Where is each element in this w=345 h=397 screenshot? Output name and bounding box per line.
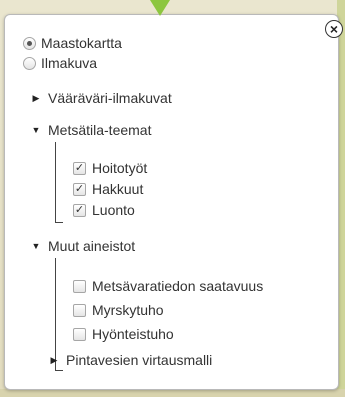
- group-vaaravari-ilmakuvat[interactable]: ▶ Vääräväri-ilmakuvat: [30, 90, 172, 106]
- checkbox-label: Hoitotyöt: [92, 160, 148, 176]
- radio-maastokartta[interactable]: Maastokartta: [23, 35, 122, 51]
- checkbox-myrskytuho[interactable]: Myrskytuho: [73, 302, 164, 318]
- group-label: Vääräväri-ilmakuvat: [48, 90, 172, 106]
- chevron-right-icon[interactable]: ▶: [30, 93, 42, 104]
- checkbox-unchecked-icon[interactable]: [73, 327, 86, 341]
- checkbox-metsavaratiedon-saatavuus[interactable]: Metsävaratiedon saatavuus: [73, 278, 263, 294]
- group-label: Pintavesien virtausmalli: [66, 352, 213, 368]
- chevron-right-icon[interactable]: ▶: [48, 355, 60, 366]
- checkbox-label: Hyönteistuho: [92, 326, 174, 342]
- chevron-down-icon[interactable]: ▼: [30, 241, 42, 251]
- checkbox-luonto[interactable]: ✓ Luonto: [73, 202, 135, 218]
- checkbox-label: Hakkuut: [92, 181, 144, 197]
- group-muut-aineistot[interactable]: ▼ Muut aineistot: [30, 238, 136, 254]
- chevron-down-icon[interactable]: ▼: [30, 125, 42, 135]
- tree-line: [55, 142, 56, 222]
- checkbox-hakkuut[interactable]: ✓ Hakkuut: [73, 181, 143, 197]
- radio-label: Maastokartta: [41, 35, 122, 51]
- tree-line-foot: [55, 222, 63, 223]
- radio-button-icon[interactable]: [23, 56, 36, 70]
- layer-list: Maastokartta Ilmakuva ▶ Vääräväri-ilmaku…: [0, 0, 345, 397]
- checkbox-unchecked-icon[interactable]: [73, 279, 86, 293]
- tree-line-foot: [55, 370, 63, 371]
- checkbox-label: Luonto: [92, 202, 135, 218]
- radio-label: Ilmakuva: [41, 55, 98, 71]
- checkbox-checked-icon[interactable]: ✓: [73, 182, 86, 196]
- group-label: Metsätila-teemat: [48, 122, 152, 138]
- radio-ilmakuva[interactable]: Ilmakuva: [23, 55, 97, 71]
- checkbox-label: Myrskytuho: [92, 302, 164, 318]
- checkbox-label: Metsävaratiedon saatavuus: [92, 278, 264, 294]
- group-metsatila-teemat[interactable]: ▼ Metsätila-teemat: [30, 122, 152, 138]
- checkbox-unchecked-icon[interactable]: [73, 303, 86, 317]
- group-label: Muut aineistot: [48, 238, 136, 254]
- group-pintavesien-virtausmalli[interactable]: ▶ Pintavesien virtausmalli: [48, 352, 213, 368]
- radio-button-icon[interactable]: [23, 36, 36, 50]
- checkbox-hyonteistuho[interactable]: Hyönteistuho: [73, 326, 174, 342]
- checkbox-hoitotyot[interactable]: ✓ Hoitotyöt: [73, 160, 147, 176]
- checkbox-checked-icon[interactable]: ✓: [73, 161, 86, 175]
- checkbox-checked-icon[interactable]: ✓: [73, 203, 86, 217]
